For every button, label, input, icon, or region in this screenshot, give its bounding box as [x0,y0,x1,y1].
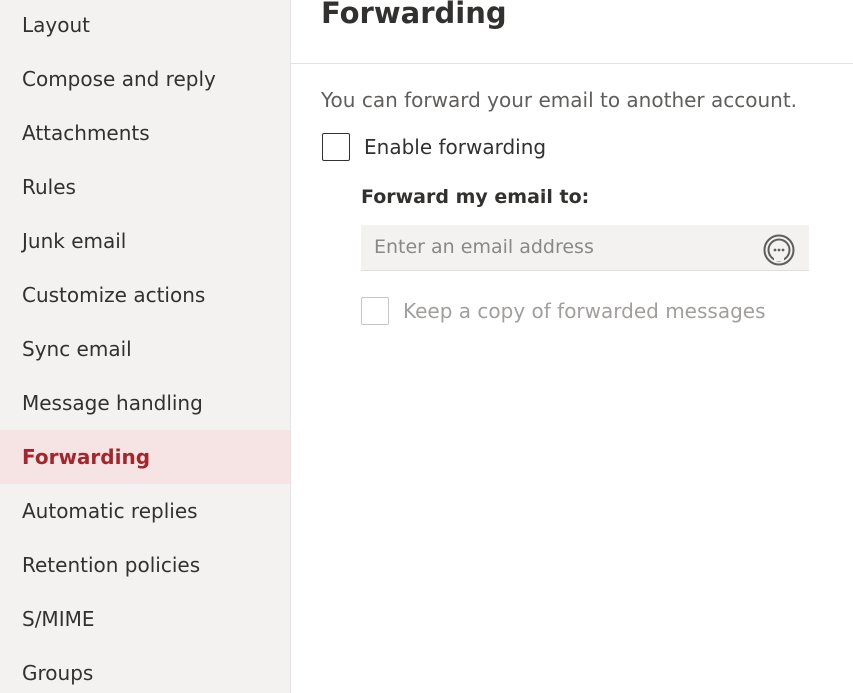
sidebar-item-junk-email[interactable]: Junk email [0,214,290,268]
sidebar-item-sync-email[interactable]: Sync email [0,322,290,376]
sidebar-item-forwarding[interactable]: Forwarding [0,430,290,484]
sidebar-item-label: Attachments [22,121,150,145]
sidebar-item-label: Layout [22,13,90,37]
sidebar-item-label: Rules [22,175,76,199]
keep-copy-row[interactable]: Keep a copy of forwarded messages [361,297,766,325]
header-divider [291,63,853,64]
sidebar-item-label: Compose and reply [22,67,216,91]
sidebar-item-label: Message handling [22,391,203,415]
sidebar-item-label: Junk email [22,229,127,253]
enable-forwarding-label: Enable forwarding [364,135,547,159]
sidebar-item-label: Groups [22,661,94,685]
sidebar-item-groups[interactable]: Groups [0,646,290,693]
sidebar-item-label: Automatic replies [22,499,198,523]
sidebar-item-rules[interactable]: Rules [0,160,290,214]
sidebar-item-automatic-replies[interactable]: Automatic replies [0,484,290,538]
forward-to-label: Forward my email to: [361,186,590,208]
keep-copy-checkbox[interactable] [361,297,389,325]
enable-forwarding-checkbox[interactable] [322,133,350,161]
sidebar-item-layout[interactable]: Layout [0,0,290,52]
contact-picker-icon[interactable] [762,233,796,267]
keep-copy-label: Keep a copy of forwarded messages [403,299,766,323]
sidebar-item-smime[interactable]: S/MIME [0,592,290,646]
sidebar-item-label: Retention policies [22,553,201,577]
settings-sidebar: Layout Compose and reply Attachments Rul… [0,0,291,693]
settings-window: Layout Compose and reply Attachments Rul… [0,0,853,693]
forwarding-panel: Forwarding You can forward your email to… [291,0,853,693]
forwarding-description: You can forward your email to another ac… [321,88,798,112]
forward-email-input[interactable] [361,225,751,269]
enable-forwarding-row[interactable]: Enable forwarding [322,133,546,161]
sidebar-item-label: Customize actions [22,283,206,307]
sidebar-item-attachments[interactable]: Attachments [0,106,290,160]
sidebar-item-label: S/MIME [22,607,95,631]
sidebar-item-label: Forwarding [22,445,151,469]
page-title: Forwarding [321,0,507,30]
sidebar-item-label: Sync email [22,337,132,361]
sidebar-item-compose-and-reply[interactable]: Compose and reply [0,52,290,106]
forward-email-field[interactable] [361,225,809,271]
sidebar-item-message-handling[interactable]: Message handling [0,376,290,430]
sidebar-item-customize-actions[interactable]: Customize actions [0,268,290,322]
sidebar-item-retention-policies[interactable]: Retention policies [0,538,290,592]
